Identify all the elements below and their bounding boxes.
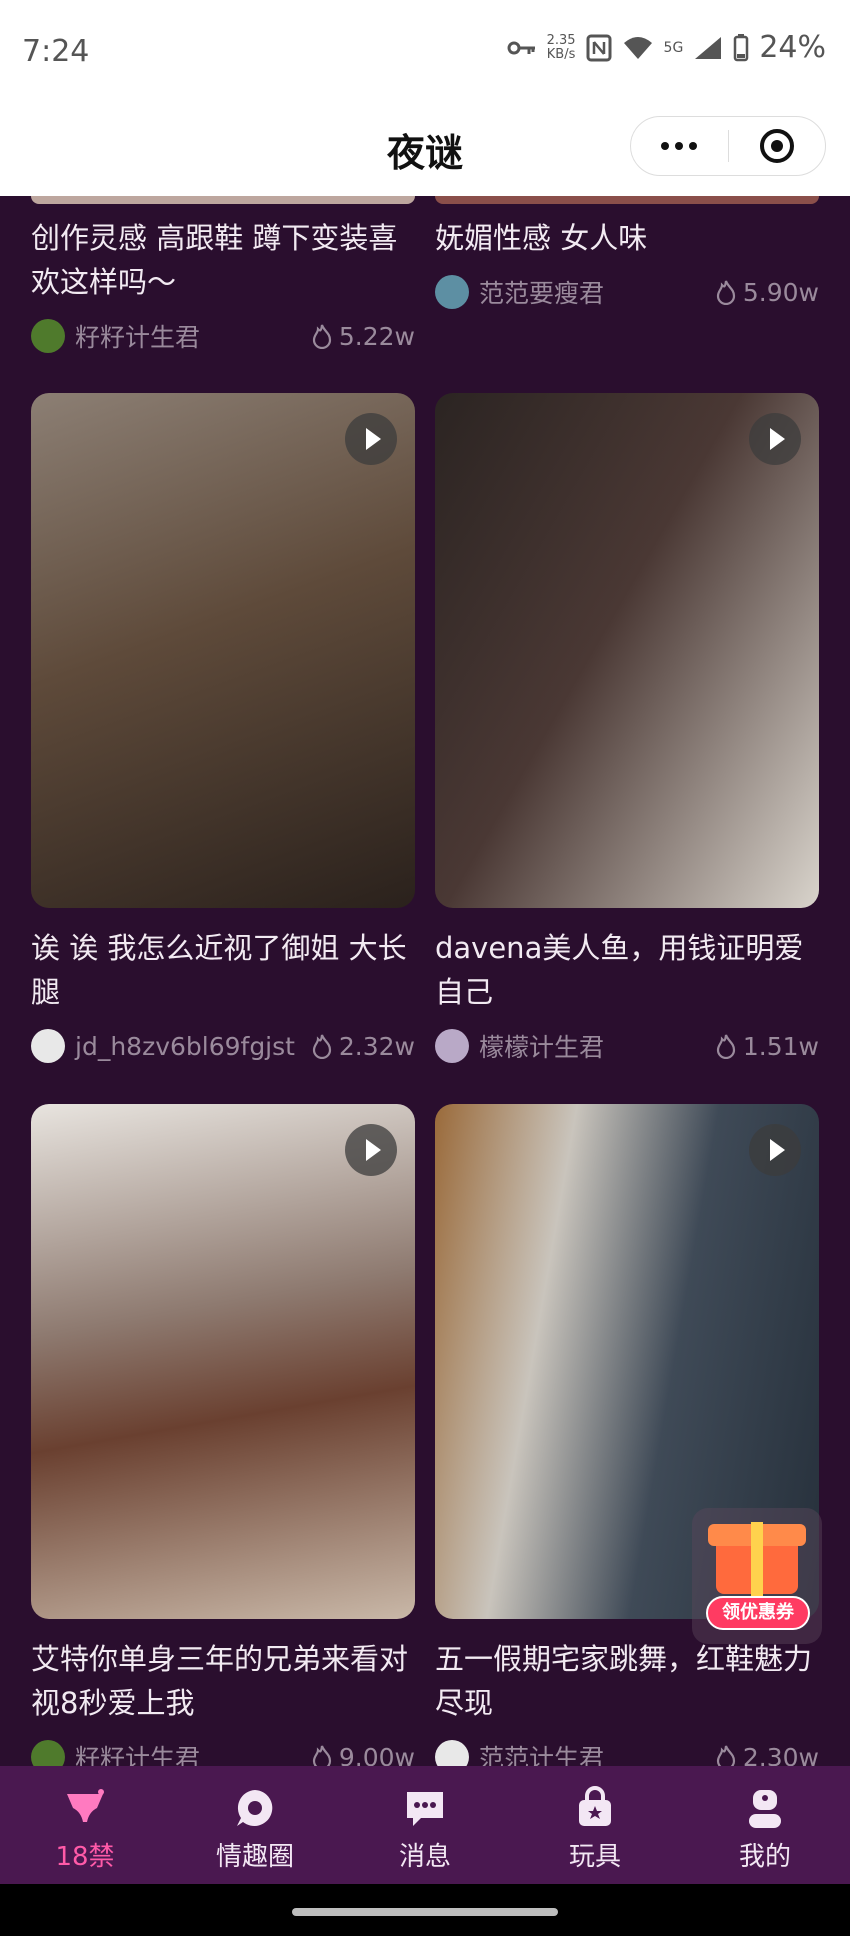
card-thumbnail[interactable]	[31, 393, 415, 908]
author-name[interactable]: 籽籽计生君	[75, 1739, 200, 1766]
card-title[interactable]: 诶 诶 我怎么近视了御姐 大长腿	[31, 926, 421, 1014]
author-name[interactable]: 范范计生君	[479, 1739, 604, 1766]
heat-count: 9.00w	[311, 1743, 415, 1766]
more-button[interactable]	[631, 117, 728, 175]
status-icons: 2.35 KB/s 5G 24%	[507, 30, 826, 65]
tab-wode[interactable]: 我的	[680, 1766, 850, 1884]
profile-icon	[749, 1790, 781, 1828]
tab-label: 情趣圈	[215, 1842, 294, 1872]
home-indicator[interactable]	[292, 1908, 558, 1916]
card-thumbnail[interactable]	[435, 393, 819, 908]
heat-count: 2.30w	[715, 1743, 819, 1766]
battery-percent: 24%	[759, 30, 826, 65]
tab-label: 我的	[738, 1842, 791, 1872]
title-bar: 夜谜	[0, 100, 850, 196]
coupon-label: 领优惠券	[706, 1596, 810, 1630]
author-name[interactable]: jd_h8zv6bl69fgjst	[75, 1032, 295, 1061]
battery-icon	[734, 33, 749, 61]
status-time: 7:24	[22, 34, 90, 69]
wifi-icon	[623, 36, 652, 59]
heat-count: 5.22w	[311, 322, 415, 351]
key-icon	[507, 41, 535, 54]
avatar[interactable]	[435, 1029, 469, 1063]
flame-icon	[716, 1745, 735, 1766]
play-icon[interactable]	[749, 1124, 801, 1176]
signal-5g-label: 5G	[663, 39, 684, 56]
play-icon[interactable]	[345, 1124, 397, 1176]
card-meta: 籽籽计生君 5.22w	[31, 318, 415, 354]
avatar[interactable]	[31, 1029, 65, 1063]
shopping-bag-icon	[579, 1786, 611, 1826]
avatar[interactable]	[31, 1740, 65, 1766]
mini-program-capsule	[630, 116, 826, 176]
author-name[interactable]: 范范要瘦君	[479, 274, 604, 310]
target-close-icon	[759, 129, 794, 163]
card-title[interactable]: 艾特你单身三年的兄弟来看对视8秒爱上我	[31, 1637, 421, 1725]
nfc-icon	[586, 34, 612, 61]
coupon-floating-button[interactable]: 领优惠券	[692, 1508, 822, 1644]
card-meta: 檬檬计生君 1.51w	[435, 1028, 819, 1064]
avatar[interactable]	[31, 319, 65, 353]
card-title[interactable]: 妩媚性感 女人味	[435, 216, 825, 260]
flame-icon	[312, 1034, 331, 1059]
bottom-tab-bar: 18禁 情趣圈 消息 玩具 我的	[0, 1766, 850, 1884]
heat-count: 1.51w	[715, 1032, 819, 1061]
play-icon[interactable]	[345, 413, 397, 465]
more-dots-icon	[661, 142, 670, 150]
card-title[interactable]: davena美人鱼，用钱证明爱自己	[435, 926, 825, 1014]
flame-icon	[716, 280, 735, 305]
tab-label: 玩具	[568, 1842, 621, 1872]
card-meta: 范范要瘦君 5.90w	[435, 274, 819, 310]
system-gesture-area	[0, 1884, 850, 1936]
card-meta: 籽籽计生君 9.00w	[31, 1739, 415, 1766]
message-icon	[407, 1792, 443, 1826]
avatar[interactable]	[435, 275, 469, 309]
card-meta: 范范计生君 2.30w	[435, 1739, 819, 1766]
tab-label: 消息	[398, 1842, 451, 1872]
signal-icon	[695, 36, 722, 59]
card-thumbnail[interactable]	[31, 1104, 415, 1619]
flame-icon	[716, 1034, 735, 1059]
author-name[interactable]: 檬檬计生君	[479, 1028, 604, 1064]
tab-qingququan[interactable]: 情趣圈	[170, 1766, 340, 1884]
play-icon[interactable]	[749, 413, 801, 465]
card-thumbnail[interactable]	[31, 196, 415, 204]
status-bar: 7:24 2.35 KB/s 5G 24%	[0, 0, 850, 100]
heat-count: 5.90w	[715, 278, 819, 307]
net-speed: 2.35 KB/s	[546, 32, 576, 62]
author-name[interactable]: 籽籽计生君	[75, 318, 200, 354]
chat-bubble-icon	[237, 1790, 273, 1826]
underwear-icon	[67, 1789, 104, 1822]
card-meta: jd_h8zv6bl69fgjst 2.32w	[31, 1028, 415, 1064]
close-button[interactable]	[728, 117, 825, 175]
flame-icon	[312, 1745, 331, 1766]
card-title[interactable]: 创作灵感 高跟鞋 蹲下变装喜欢这样吗～	[31, 216, 421, 304]
heat-count: 2.32w	[311, 1032, 415, 1061]
tab-wanju[interactable]: 玩具	[510, 1766, 680, 1884]
tab-label: 18禁	[55, 1842, 115, 1872]
tab-xiaoxi[interactable]: 消息	[340, 1766, 510, 1884]
avatar[interactable]	[435, 1740, 469, 1766]
card-thumbnail[interactable]	[435, 196, 819, 204]
tab-18jin[interactable]: 18禁	[0, 1766, 170, 1884]
flame-icon	[312, 324, 331, 349]
card-title[interactable]: 五一假期宅家跳舞，红鞋魅力尽现	[435, 1637, 825, 1725]
